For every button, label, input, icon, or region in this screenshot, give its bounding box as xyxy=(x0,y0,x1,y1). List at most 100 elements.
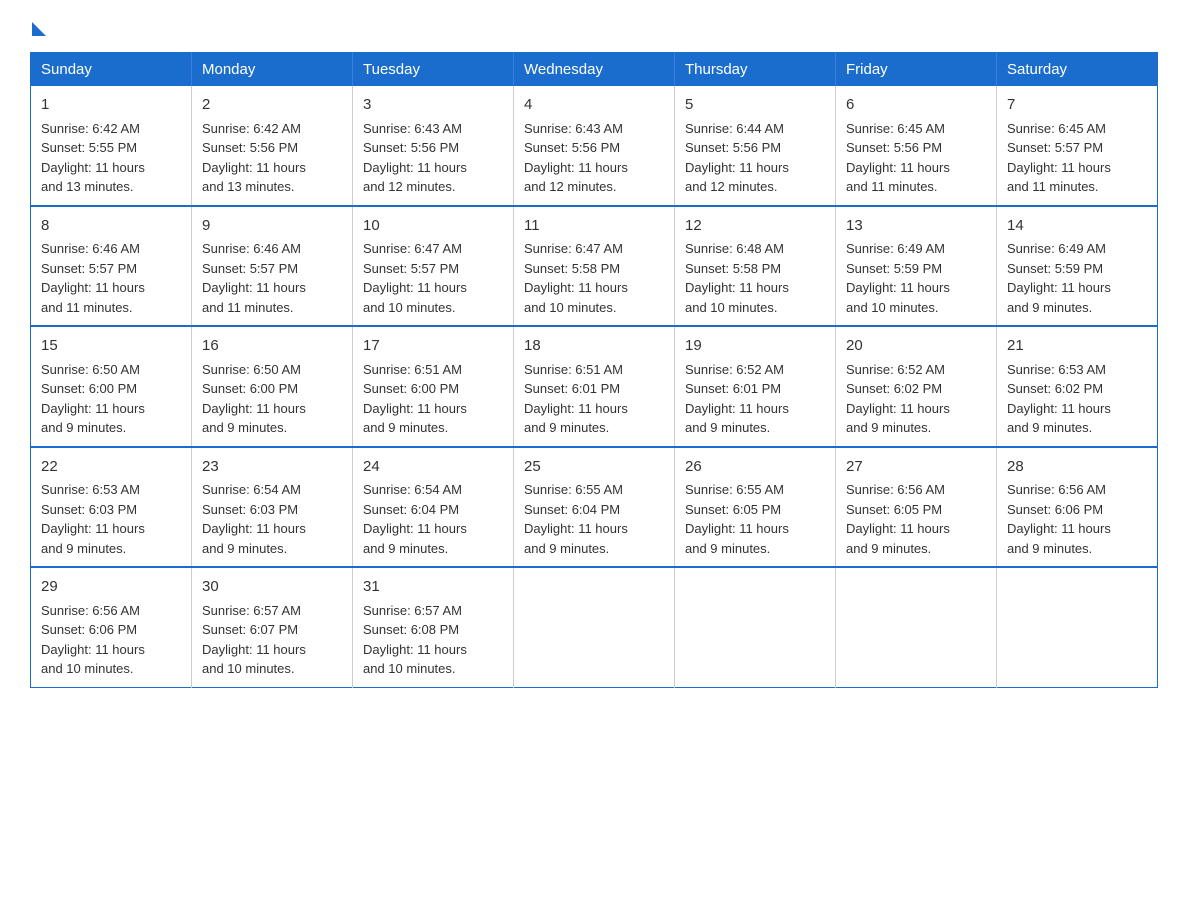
weekday-header-row: SundayMondayTuesdayWednesdayThursdayFrid… xyxy=(31,53,1158,87)
day-info: Sunrise: 6:47 AMSunset: 5:57 PMDaylight:… xyxy=(363,241,467,315)
weekday-header-tuesday: Tuesday xyxy=(353,53,514,87)
week-row-1: 1 Sunrise: 6:42 AMSunset: 5:55 PMDaylight… xyxy=(31,86,1158,206)
day-cell: 21 Sunrise: 6:53 AMSunset: 6:02 PMDayligh… xyxy=(997,326,1158,447)
calendar-table: SundayMondayTuesdayWednesdayThursdayFrid… xyxy=(30,52,1158,688)
day-cell: 27 Sunrise: 6:56 AMSunset: 6:05 PMDayligh… xyxy=(836,447,997,568)
day-info: Sunrise: 6:42 AMSunset: 5:56 PMDaylight:… xyxy=(202,121,306,195)
day-number: 19 xyxy=(685,335,825,358)
day-info: Sunrise: 6:52 AMSunset: 6:01 PMDaylight:… xyxy=(685,362,789,436)
week-row-2: 8 Sunrise: 6:46 AMSunset: 5:57 PMDaylight… xyxy=(31,206,1158,327)
logo-arrow-icon xyxy=(32,22,46,36)
day-info: Sunrise: 6:56 AMSunset: 6:05 PMDaylight:… xyxy=(846,482,950,556)
day-info: Sunrise: 6:55 AMSunset: 6:04 PMDaylight:… xyxy=(524,482,628,556)
day-cell: 1 Sunrise: 6:42 AMSunset: 5:55 PMDaylight… xyxy=(31,86,192,206)
day-number: 10 xyxy=(363,215,503,238)
day-number: 31 xyxy=(363,576,503,599)
day-cell xyxy=(675,567,836,687)
day-info: Sunrise: 6:52 AMSunset: 6:02 PMDaylight:… xyxy=(846,362,950,436)
day-number: 23 xyxy=(202,456,342,479)
day-cell: 3Sunrise: 6:43 AMSunset: 5:56 PMDaylight… xyxy=(353,86,514,206)
day-number: 17 xyxy=(363,335,503,358)
day-number: 26 xyxy=(685,456,825,479)
day-number: 14 xyxy=(1007,215,1147,238)
weekday-header-monday: Monday xyxy=(192,53,353,87)
day-number: 2 xyxy=(202,94,342,117)
day-info: Sunrise: 6:45 AMSunset: 5:57 PMDaylight:… xyxy=(1007,121,1111,195)
day-number: 11 xyxy=(524,215,664,238)
day-info: Sunrise: 6:46 AMSunset: 5:57 PMDaylight:… xyxy=(202,241,306,315)
day-info: Sunrise: 6:48 AMSunset: 5:58 PMDaylight:… xyxy=(685,241,789,315)
day-info: Sunrise: 6:46 AMSunset: 5:57 PMDaylight:… xyxy=(41,241,145,315)
day-cell: 29 Sunrise: 6:56 AMSunset: 6:06 PMDayligh… xyxy=(31,567,192,687)
day-number: 25 xyxy=(524,456,664,479)
day-cell: 26 Sunrise: 6:55 AMSunset: 6:05 PMDayligh… xyxy=(675,447,836,568)
day-cell xyxy=(997,567,1158,687)
day-number: 3 xyxy=(363,94,503,117)
day-info: Sunrise: 6:53 AMSunset: 6:03 PMDaylight:… xyxy=(41,482,145,556)
day-cell: 4 Sunrise: 6:43 AMSunset: 5:56 PMDaylight… xyxy=(514,86,675,206)
day-number: 27 xyxy=(846,456,986,479)
day-number: 8 xyxy=(41,215,181,238)
day-info: Sunrise: 6:56 AMSunset: 6:06 PMDaylight:… xyxy=(41,603,145,677)
day-info: Sunrise: 6:57 AMSunset: 6:08 PMDaylight:… xyxy=(363,603,467,677)
day-cell: 8 Sunrise: 6:46 AMSunset: 5:57 PMDaylight… xyxy=(31,206,192,327)
day-cell: 19 Sunrise: 6:52 AMSunset: 6:01 PMDayligh… xyxy=(675,326,836,447)
day-cell: 24Sunrise: 6:54 AMSunset: 6:04 PMDayligh… xyxy=(353,447,514,568)
day-number: 21 xyxy=(1007,335,1147,358)
day-cell: 28 Sunrise: 6:56 AMSunset: 6:06 PMDayligh… xyxy=(997,447,1158,568)
day-info: Sunrise: 6:57 AMSunset: 6:07 PMDaylight:… xyxy=(202,603,306,677)
day-number: 16 xyxy=(202,335,342,358)
weekday-header-friday: Friday xyxy=(836,53,997,87)
day-cell: 13 Sunrise: 6:49 AMSunset: 5:59 PMDayligh… xyxy=(836,206,997,327)
week-row-4: 22 Sunrise: 6:53 AMSunset: 6:03 PMDayligh… xyxy=(31,447,1158,568)
day-cell: 14Sunrise: 6:49 AMSunset: 5:59 PMDayligh… xyxy=(997,206,1158,327)
day-number: 28 xyxy=(1007,456,1147,479)
day-info: Sunrise: 6:53 AMSunset: 6:02 PMDaylight:… xyxy=(1007,362,1111,436)
day-number: 20 xyxy=(846,335,986,358)
day-cell: 25 Sunrise: 6:55 AMSunset: 6:04 PMDayligh… xyxy=(514,447,675,568)
day-number: 9 xyxy=(202,215,342,238)
page-header xyxy=(30,20,1158,32)
day-info: Sunrise: 6:55 AMSunset: 6:05 PMDaylight:… xyxy=(685,482,789,556)
day-cell xyxy=(836,567,997,687)
day-number: 22 xyxy=(41,456,181,479)
day-cell: 5Sunrise: 6:44 AMSunset: 5:56 PMDaylight… xyxy=(675,86,836,206)
day-info: Sunrise: 6:43 AMSunset: 5:56 PMDaylight:… xyxy=(524,121,628,195)
day-number: 15 xyxy=(41,335,181,358)
day-cell: 15 Sunrise: 6:50 AMSunset: 6:00 PMDayligh… xyxy=(31,326,192,447)
day-cell xyxy=(514,567,675,687)
day-cell: 16 Sunrise: 6:50 AMSunset: 6:00 PMDayligh… xyxy=(192,326,353,447)
week-row-3: 15 Sunrise: 6:50 AMSunset: 6:00 PMDayligh… xyxy=(31,326,1158,447)
weekday-header-saturday: Saturday xyxy=(997,53,1158,87)
weekday-header-wednesday: Wednesday xyxy=(514,53,675,87)
week-row-5: 29 Sunrise: 6:56 AMSunset: 6:06 PMDayligh… xyxy=(31,567,1158,687)
day-number: 7 xyxy=(1007,94,1147,117)
weekday-header-sunday: Sunday xyxy=(31,53,192,87)
day-cell: 18 Sunrise: 6:51 AMSunset: 6:01 PMDayligh… xyxy=(514,326,675,447)
day-info: Sunrise: 6:49 AMSunset: 5:59 PMDaylight:… xyxy=(846,241,950,315)
day-info: Sunrise: 6:50 AMSunset: 6:00 PMDaylight:… xyxy=(202,362,306,436)
day-cell: 11 Sunrise: 6:47 AMSunset: 5:58 PMDayligh… xyxy=(514,206,675,327)
day-cell: 12Sunrise: 6:48 AMSunset: 5:58 PMDayligh… xyxy=(675,206,836,327)
day-number: 4 xyxy=(524,94,664,117)
day-number: 1 xyxy=(41,94,181,117)
day-info: Sunrise: 6:54 AMSunset: 6:03 PMDaylight:… xyxy=(202,482,306,556)
logo xyxy=(30,20,46,32)
day-number: 24 xyxy=(363,456,503,479)
day-info: Sunrise: 6:50 AMSunset: 6:00 PMDaylight:… xyxy=(41,362,145,436)
day-info: Sunrise: 6:47 AMSunset: 5:58 PMDaylight:… xyxy=(524,241,628,315)
day-number: 30 xyxy=(202,576,342,599)
day-info: Sunrise: 6:42 AMSunset: 5:55 PMDaylight:… xyxy=(41,121,145,195)
weekday-header-thursday: Thursday xyxy=(675,53,836,87)
day-info: Sunrise: 6:56 AMSunset: 6:06 PMDaylight:… xyxy=(1007,482,1111,556)
day-cell: 20 Sunrise: 6:52 AMSunset: 6:02 PMDayligh… xyxy=(836,326,997,447)
day-number: 6 xyxy=(846,94,986,117)
day-number: 13 xyxy=(846,215,986,238)
day-cell: 30 Sunrise: 6:57 AMSunset: 6:07 PMDayligh… xyxy=(192,567,353,687)
day-number: 18 xyxy=(524,335,664,358)
day-info: Sunrise: 6:51 AMSunset: 6:01 PMDaylight:… xyxy=(524,362,628,436)
day-cell: 31 Sunrise: 6:57 AMSunset: 6:08 PMDayligh… xyxy=(353,567,514,687)
day-info: Sunrise: 6:44 AMSunset: 5:56 PMDaylight:… xyxy=(685,121,789,195)
day-cell: 23 Sunrise: 6:54 AMSunset: 6:03 PMDayligh… xyxy=(192,447,353,568)
day-number: 29 xyxy=(41,576,181,599)
